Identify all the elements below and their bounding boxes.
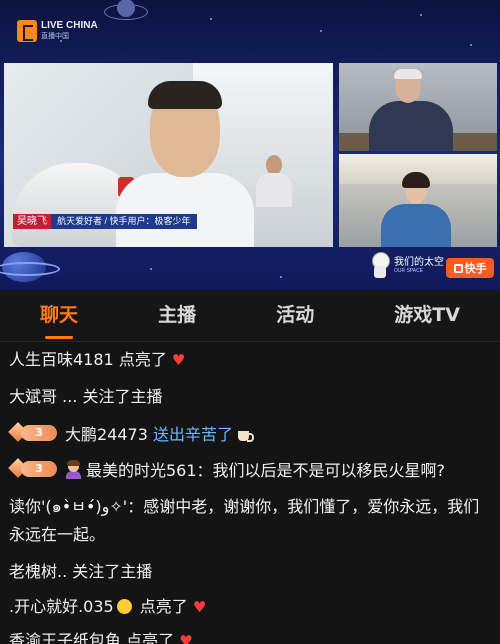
our-space-subtitle: OUR SPACE: [394, 267, 424, 274]
tab-game-tv[interactable]: 游戏TV: [388, 290, 466, 341]
kuaishou-label: 快手: [464, 262, 487, 275]
star-decoration: [320, 30, 322, 32]
logo-text: LIVE CHINA 直播中国: [41, 20, 98, 40]
tab-host[interactable]: 主播: [152, 290, 202, 341]
star-decoration: [150, 268, 152, 270]
star-decoration: [210, 18, 212, 20]
background-person: [256, 155, 292, 207]
live-china-logo: LIVE CHINA 直播中国: [17, 20, 98, 42]
chat-text: 点亮了: [121, 631, 175, 644]
chat-text: ... 关注了主播: [57, 387, 163, 406]
chat-user[interactable]: 最美的时光561: [86, 461, 197, 480]
host-description: 航天爱好者 / 快手用户：极客少年: [51, 214, 197, 229]
chat-message: 香渝王子纸包鱼 点亮了 ♥: [9, 624, 491, 644]
tab-bar: 聊天 主播 活动 游戏TV: [0, 290, 500, 342]
star-decoration: [280, 276, 282, 278]
chat-message: .开心就好.035 点亮了 ♥: [9, 590, 491, 624]
chat-message: 大斌哥 ... 关注了主播: [9, 380, 491, 414]
chat-list[interactable]: 人生百味4181 点亮了 ♥ 大斌哥 ... 关注了主播 3 大鹏24473 送出…: [0, 342, 500, 644]
kuaishou-icon: [453, 263, 463, 273]
our-space-title: 我们的太空: [394, 256, 444, 268]
coffee-cup-icon: [237, 428, 254, 442]
host-name-tag: 吴晓飞 航天爱好者 / 快手用户：极客少年: [13, 214, 197, 229]
ringed-planet-icon: [0, 250, 60, 284]
host-name: 吴晓飞: [13, 214, 51, 229]
live-china-logo-icon: [17, 20, 37, 42]
heart-icon: ♥: [179, 632, 193, 644]
chat-text: ：我们以后是不是可以移民火星啊?: [196, 461, 446, 480]
chat-user[interactable]: 大斌哥: [9, 387, 57, 406]
star-decoration: [420, 14, 422, 16]
user-level-badge: 3: [8, 458, 59, 479]
woman-emoji-icon: [65, 460, 82, 479]
chat-message: 老槐树.. 关注了主播: [9, 555, 491, 589]
chat-user[interactable]: 香渝王子纸包鱼: [9, 631, 121, 644]
smiley-icon: [116, 599, 132, 614]
planet-icon: [104, 0, 148, 20]
tab-chat[interactable]: 聊天: [34, 290, 84, 341]
user-level-badge: 3: [8, 422, 59, 443]
chat-user[interactable]: 人生百味4181: [9, 350, 114, 369]
star-decoration: [470, 44, 472, 46]
chat-user[interactable]: 老槐树..: [9, 562, 67, 581]
live-stream-player[interactable]: LIVE CHINA 直播中国 吴晓飞 航天爱好者 / 快手用户：极客少年 我们…: [0, 0, 500, 290]
astronaut-icon: [369, 252, 391, 278]
chat-user[interactable]: .开心就好.035: [9, 597, 114, 616]
presenter-video-feed: [339, 154, 497, 247]
gift-text: 送出辛苦了: [147, 425, 233, 444]
heart-icon: ♥: [171, 351, 186, 369]
chat-text: 关注了主播: [67, 562, 153, 581]
chat-user[interactable]: 大鹏24473: [65, 425, 148, 444]
chat-text: 点亮了: [134, 597, 188, 616]
chat-text: 点亮了: [113, 350, 167, 369]
guest-video-feed: [339, 63, 497, 151]
chat-message: 3 大鹏24473 送出辛苦了: [8, 418, 491, 452]
heart-icon: ♥: [192, 598, 207, 616]
kuaishou-badge[interactable]: 快手: [446, 258, 494, 278]
our-space-badge: 我们的太空 OUR SPACE: [369, 252, 444, 278]
chat-user[interactable]: 读你'(๑•̀ㅂ•́)و✧': [9, 497, 127, 516]
tab-activity[interactable]: 活动: [270, 290, 320, 341]
chat-message: 读你'(๑•̀ㅂ•́)و✧'：感谢中老，谢谢你，我们懂了，爱你永远，我们永远在一…: [9, 493, 491, 549]
chat-message: 3 最美的时光561：我们以后是不是可以移民火星啊?: [8, 454, 491, 488]
chat-message: 人生百味4181 点亮了 ♥: [9, 343, 491, 377]
